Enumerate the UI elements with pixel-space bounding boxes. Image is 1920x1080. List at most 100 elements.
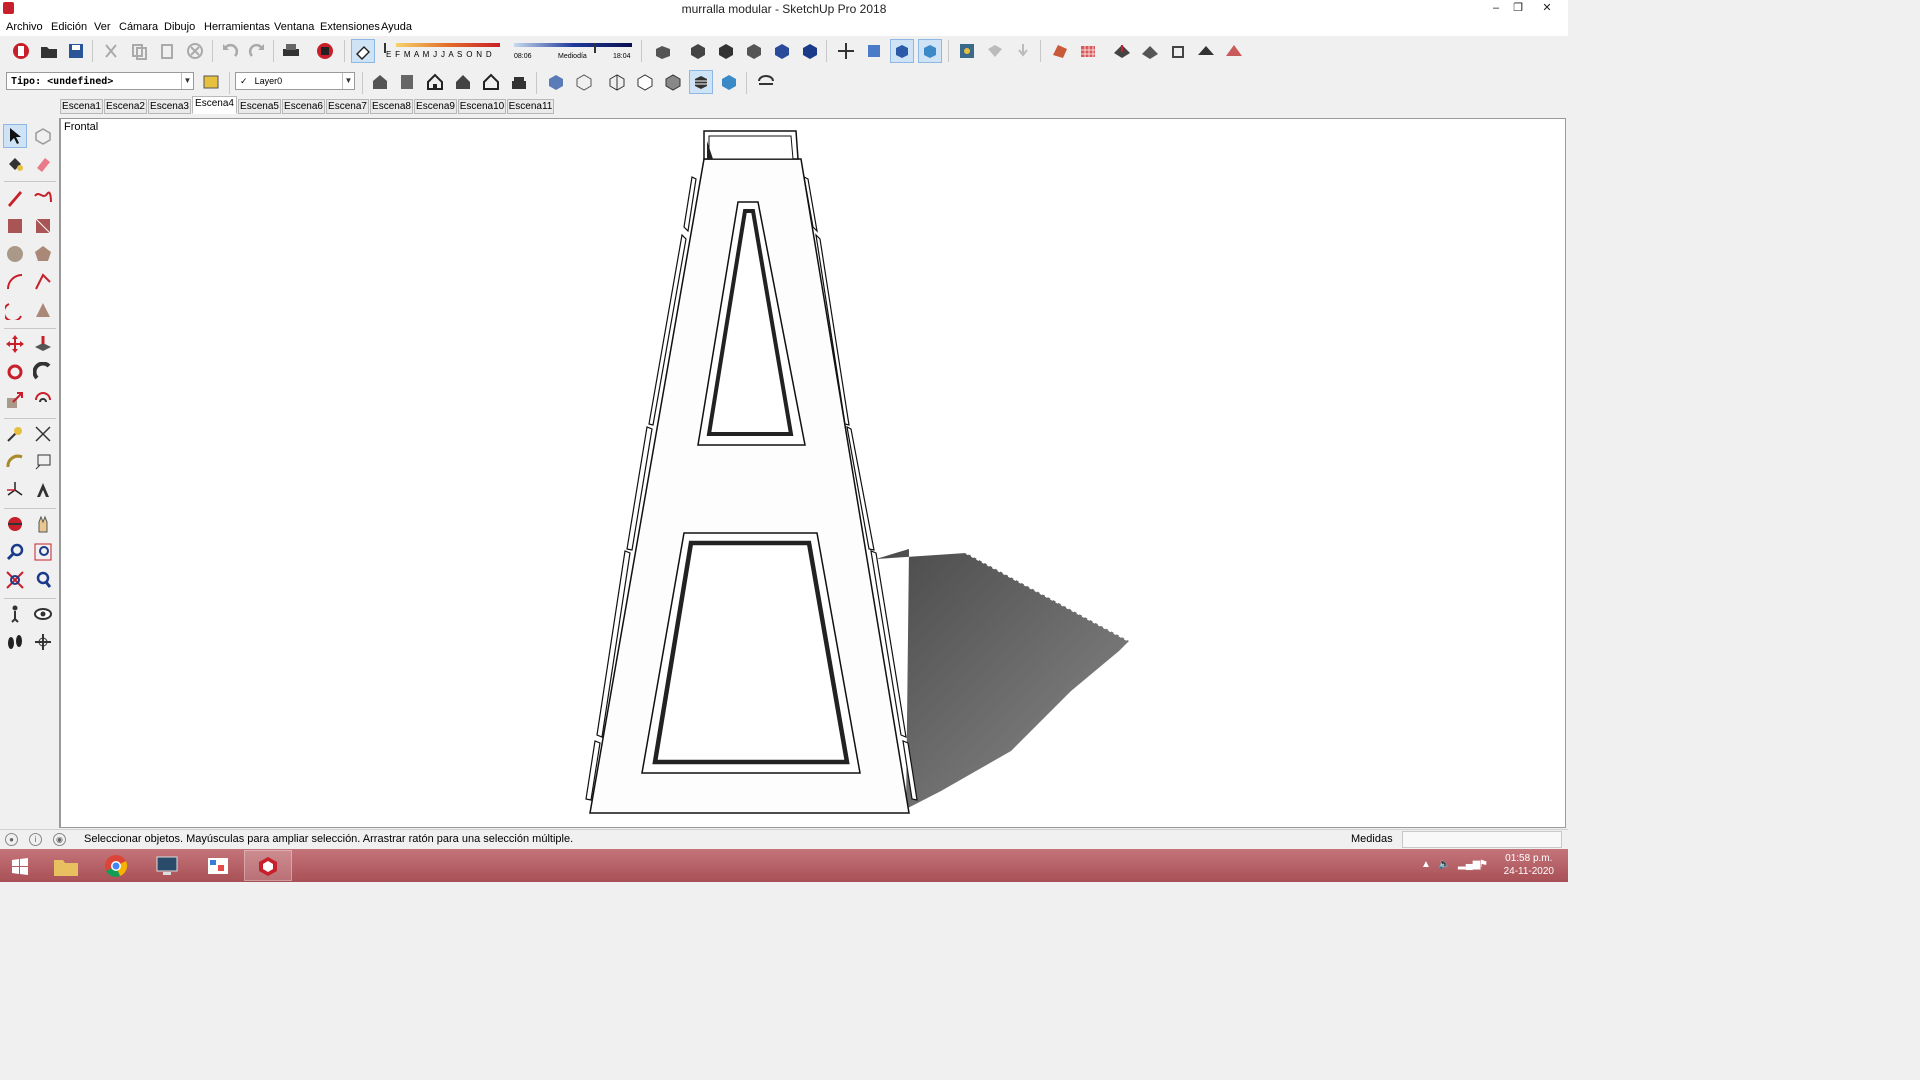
close-button[interactable]: ✕	[1536, 0, 1558, 18]
tab-escena5[interactable]: Escena5	[238, 99, 281, 114]
pie-tool[interactable]	[31, 298, 55, 322]
orbit-button[interactable]	[834, 39, 858, 63]
line-tool[interactable]	[3, 186, 27, 210]
make-component-tool[interactable]	[31, 124, 55, 148]
back-edges-button[interactable]	[572, 70, 596, 94]
menu-herramientas[interactable]: Herramientas	[204, 21, 270, 33]
add-detail-button[interactable]	[1194, 39, 1218, 63]
rectangle-tool[interactable]	[3, 214, 27, 238]
advanced-attributes-button[interactable]	[199, 70, 223, 94]
zoom-extents-tool[interactable]	[3, 568, 27, 592]
sandbox-from-scratch-button[interactable]	[1076, 39, 1100, 63]
walk-tool[interactable]	[3, 630, 27, 654]
move-tool[interactable]	[3, 332, 27, 356]
two-point-arc-tool[interactable]	[31, 270, 55, 294]
menu-ayuda[interactable]: Ayuda	[381, 21, 412, 33]
tab-escena7[interactable]: Escena7	[326, 99, 369, 114]
wireframe-button[interactable]	[605, 70, 629, 94]
pan-tool[interactable]	[31, 512, 55, 536]
right-view-button[interactable]	[770, 39, 794, 63]
tab-escena8[interactable]: Escena8	[370, 99, 413, 114]
stamp-button[interactable]	[1138, 39, 1162, 63]
display-section-button[interactable]	[890, 39, 914, 63]
menu-extensiones[interactable]: Extensiones	[320, 21, 380, 33]
select-tool[interactable]	[3, 124, 27, 148]
follow-me-tool[interactable]	[31, 360, 55, 384]
model-info-button[interactable]	[313, 39, 337, 63]
credits-status-icon[interactable]: i	[29, 833, 42, 846]
model-viewport[interactable]: Frontal	[60, 118, 1566, 828]
undo-button[interactable]	[218, 39, 242, 63]
freehand-tool[interactable]	[31, 186, 55, 210]
print-button[interactable]	[279, 39, 303, 63]
polygon-tool[interactable]	[31, 242, 55, 266]
sandbox-from-contours-button[interactable]	[1048, 39, 1072, 63]
rotated-rectangle-tool[interactable]	[31, 214, 55, 238]
erase-button[interactable]	[183, 39, 207, 63]
dimension-tool[interactable]	[31, 422, 55, 446]
offset-tool[interactable]	[31, 388, 55, 412]
restore-button[interactable]: ❐	[1507, 0, 1529, 18]
components-button[interactable]	[651, 39, 675, 63]
tab-escena4[interactable]: Escena4	[192, 96, 237, 114]
zoom-tool[interactable]	[3, 540, 27, 564]
text-tool[interactable]	[31, 450, 55, 474]
axes-tool[interactable]	[3, 478, 27, 502]
back-view-button[interactable]	[798, 39, 822, 63]
menu-archivo[interactable]: Archivo	[6, 21, 43, 33]
iso-view-button[interactable]	[686, 39, 710, 63]
three-point-arc-tool[interactable]	[3, 298, 27, 322]
3d-text-tool[interactable]	[31, 478, 55, 502]
tray-expand-icon[interactable]: ▲	[1421, 859, 1431, 870]
xray-button[interactable]	[544, 70, 568, 94]
right-style-button[interactable]	[451, 70, 475, 94]
terrain-button[interactable]	[1011, 39, 1035, 63]
circle-tool[interactable]	[3, 242, 27, 266]
front-view-button[interactable]	[742, 39, 766, 63]
tab-escena2[interactable]: Escena2	[104, 99, 147, 114]
cut-button[interactable]	[99, 39, 123, 63]
minimize-button[interactable]: –	[1485, 0, 1507, 18]
smoove-button[interactable]	[1110, 39, 1134, 63]
shadow-time-slider[interactable]: 08:06 Mediodía 18:04	[512, 41, 634, 63]
open-button[interactable]	[37, 39, 61, 63]
front-style-button[interactable]	[423, 70, 447, 94]
shaded-textures-button[interactable]	[689, 70, 713, 94]
eraser-tool[interactable]	[31, 152, 55, 176]
menu-ventana[interactable]: Ventana	[274, 21, 314, 33]
geo-location-status-icon[interactable]: ●	[5, 833, 18, 846]
taskbar-sketchup[interactable]	[244, 850, 292, 881]
type-combo[interactable]: Tipo: <undefined> ▼	[6, 72, 194, 90]
section-plane-button[interactable]	[862, 39, 886, 63]
section-plane-tool[interactable]	[31, 630, 55, 654]
hide-rest-button[interactable]	[754, 70, 778, 94]
drape-button[interactable]	[1166, 39, 1190, 63]
shaded-button[interactable]	[661, 70, 685, 94]
push-pull-tool[interactable]	[31, 332, 55, 356]
section-cut-button[interactable]	[918, 39, 942, 63]
save-button[interactable]	[64, 39, 88, 63]
menu-dibujo[interactable]: Dibujo	[164, 21, 195, 33]
tab-escena11[interactable]: Escena11	[507, 99, 554, 114]
tab-escena3[interactable]: Escena3	[148, 99, 191, 114]
taskbar-monitor-app[interactable]	[143, 850, 191, 881]
geo-location-button[interactable]	[955, 39, 979, 63]
scale-tool[interactable]	[3, 388, 27, 412]
position-camera-tool[interactable]	[3, 602, 27, 626]
zoom-window-tool[interactable]	[31, 540, 55, 564]
iso-style-button[interactable]	[368, 70, 392, 94]
user-account-icon[interactable]: ◉	[53, 833, 66, 846]
back-style-button[interactable]	[479, 70, 503, 94]
top-view-button[interactable]	[714, 39, 738, 63]
network-signal-icon[interactable]: ▂▄▆	[1458, 859, 1480, 870]
shadow-date-slider[interactable]: E F M A M J J A S O N D	[384, 41, 502, 63]
tab-escena10[interactable]: Escena10	[458, 99, 506, 114]
system-clock[interactable]: 01:58 p.m. 24-11-2020	[1504, 852, 1554, 878]
action-center-icon[interactable]: ⚑	[1479, 859, 1488, 870]
hidden-line-button[interactable]	[633, 70, 657, 94]
menu-ver[interactable]: Ver	[94, 21, 111, 33]
tab-escena1[interactable]: Escena1	[60, 99, 103, 114]
start-button[interactable]	[0, 850, 40, 881]
taskbar-chrome[interactable]	[92, 850, 140, 881]
previous-view-tool[interactable]	[31, 568, 55, 592]
